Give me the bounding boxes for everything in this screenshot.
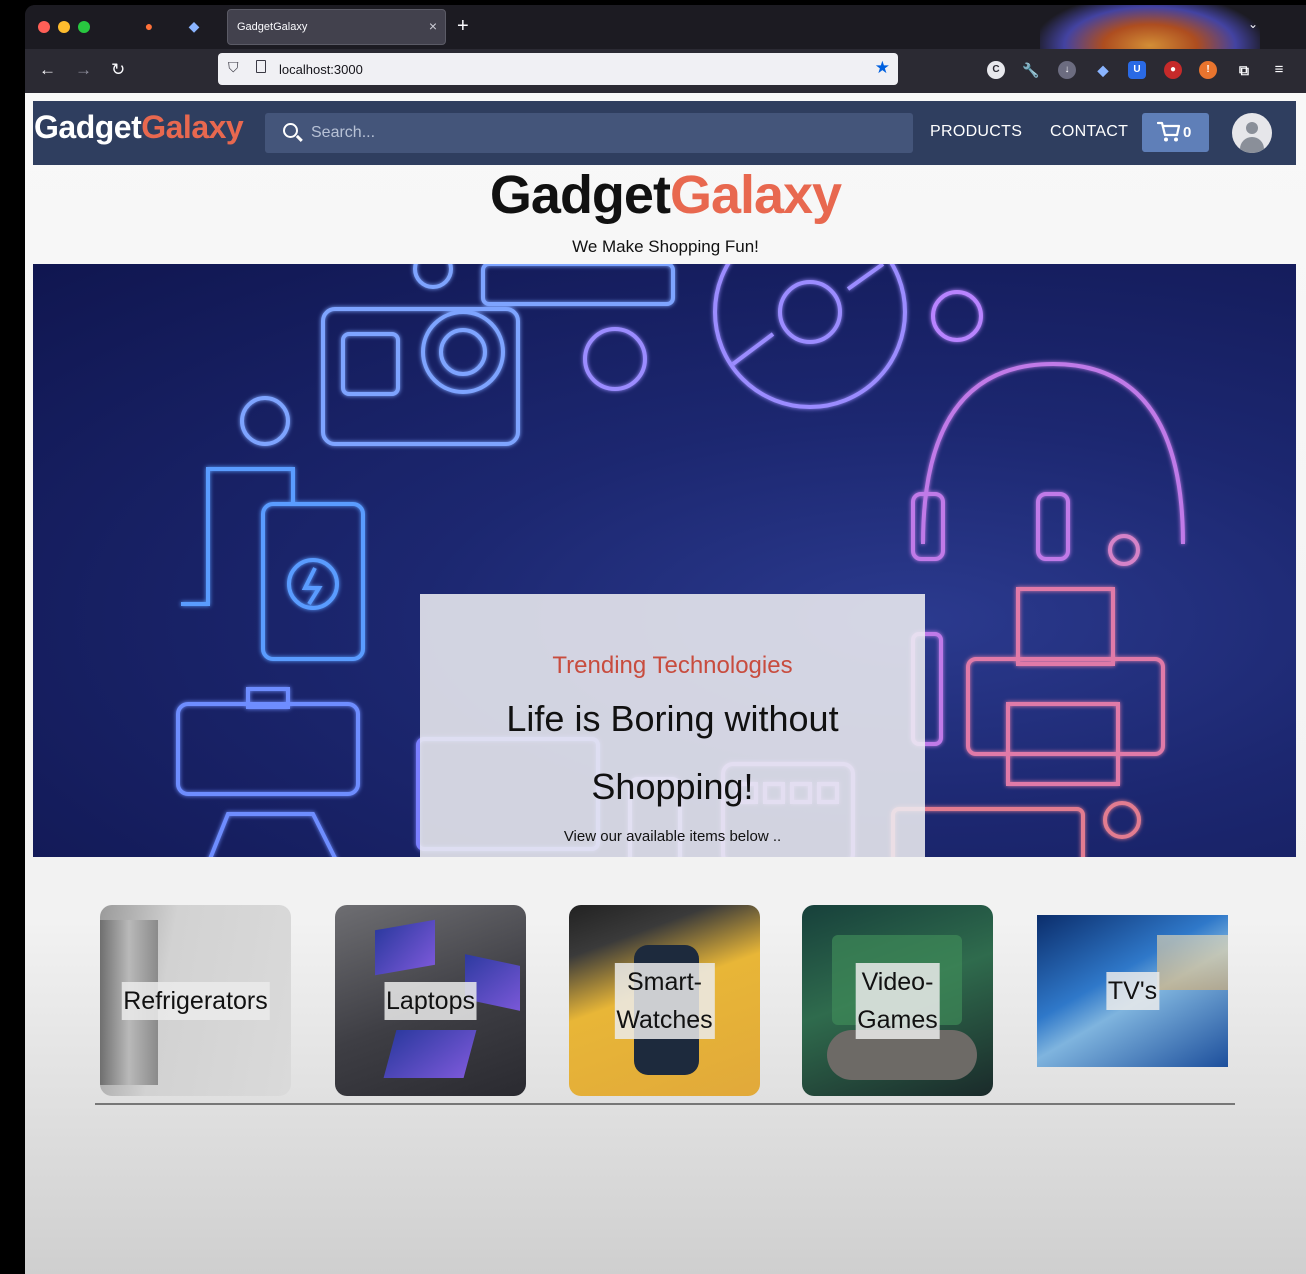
category-card-tvs[interactable]: TV's (1037, 915, 1228, 1067)
category-label-line2: Games (857, 1005, 938, 1034)
web-page: GadgetGalaxy PRODUCTS CONTACT 0 (25, 93, 1306, 1274)
minimize-window-button[interactable] (58, 21, 70, 33)
extension-shield-icon[interactable]: U (1128, 61, 1146, 79)
url-text[interactable]: localhost:3000 (279, 62, 363, 77)
tab-list-chevron-icon[interactable]: ⌄ (1248, 17, 1258, 31)
cart-count: 0 (1183, 124, 1192, 141)
tab-gadgetgalaxy[interactable]: GadgetGalaxy × (227, 9, 446, 45)
extension-red-icon[interactable]: ● (1164, 61, 1182, 79)
search-bar (265, 113, 913, 153)
tv-wave-image (1157, 935, 1228, 990)
hero-title-galaxy: Galaxy (669, 165, 842, 225)
gem-pinned-tab-icon[interactable]: ◆ (185, 17, 203, 35)
wrench-icon[interactable]: 🔧 (1022, 61, 1040, 79)
browser-window: ● ◆ GadgetGalaxy × + ⌄ ← → ↻ ⛉ localhost… (25, 5, 1306, 1274)
brand-logo[interactable]: GadgetGalaxy (34, 109, 244, 146)
new-tab-button[interactable]: + (457, 15, 469, 37)
category-label-line1: Video- (861, 967, 934, 996)
bookmark-star-icon[interactable]: ★ (875, 58, 890, 78)
menu-hamburger-icon[interactable]: ≡ (1270, 61, 1288, 79)
hero-title-gadget: Gadget (489, 165, 671, 225)
promo-kicker: Trending Technologies (552, 652, 793, 679)
shield-icon[interactable]: ⛉ (228, 59, 239, 76)
promo-subtext: View our available items below .. (563, 828, 782, 845)
tab-bar: ● ◆ GadgetGalaxy × + ⌄ (25, 5, 1306, 95)
category-card-smart-watches[interactable]: Smart- Watches (569, 905, 760, 1096)
brand-part-galaxy: Galaxy (141, 109, 244, 145)
promo-headline-line2: Shopping! (591, 766, 754, 807)
laptop-screen-image (383, 1030, 477, 1078)
nav-link-contact[interactable]: CONTACT (1050, 123, 1128, 141)
promo-headline-line1: Life is Boring without (506, 698, 839, 739)
back-icon[interactable]: ← (39, 59, 56, 81)
nav-link-products[interactable]: PRODUCTS (930, 123, 1022, 141)
extension-download-icon[interactable]: ↓ (1058, 61, 1076, 79)
category-label: Refrigerators (121, 981, 270, 1020)
category-list: Refrigerators Laptops Smart- Watches Vide… (25, 905, 1306, 1097)
search-input[interactable] (311, 121, 891, 145)
extension-orange-icon[interactable]: ! (1199, 61, 1217, 79)
hero-tagline: We Make Shopping Fun! (572, 237, 759, 256)
category-label: Laptops (384, 981, 477, 1020)
category-label-line2: Watches (616, 1005, 713, 1034)
browser-toolbar: ← → ↻ ⛉ localhost:3000 ★ C 🔧 ↓ ◆ U ● ! ⧉… (25, 49, 1306, 93)
laptop-screen-image (375, 919, 435, 976)
extension-gem-icon[interactable]: ◆ (1094, 61, 1112, 79)
forward-icon[interactable]: → (75, 59, 92, 81)
close-tab-icon[interactable]: × (429, 18, 437, 34)
search-icon[interactable] (283, 123, 298, 138)
avatar-body (1240, 137, 1264, 153)
category-label: TV's (1105, 972, 1160, 1010)
category-label-line1: Smart- (626, 967, 702, 996)
extension-c-icon[interactable]: C (987, 61, 1005, 79)
cart-icon (1157, 121, 1181, 142)
hero-banner: Trending Technologies Life is Boring wit… (33, 264, 1296, 857)
site-navbar: GadgetGalaxy PRODUCTS CONTACT 0 (33, 101, 1296, 165)
extensions-puzzle-icon[interactable]: ⧉ (1235, 61, 1253, 79)
cart-button[interactable]: 0 (1142, 113, 1209, 152)
category-card-video-games[interactable]: Video- Games (802, 905, 993, 1096)
promo-card: Trending Technologies Life is Boring wit… (420, 594, 925, 857)
brand-part-gadget: Gadget (34, 109, 142, 145)
close-window-button[interactable] (38, 21, 50, 33)
user-avatar-icon[interactable] (1232, 113, 1272, 153)
avatar-head (1246, 122, 1258, 134)
address-bar[interactable]: ⛉ localhost:3000 ★ (218, 53, 898, 85)
reload-icon[interactable]: ↻ (111, 59, 125, 81)
category-label: Smart- Watches (614, 962, 715, 1039)
tab-title: GadgetGalaxy (237, 21, 308, 33)
category-card-laptops[interactable]: Laptops (335, 905, 526, 1096)
category-card-refrigerators[interactable]: Refrigerators (100, 905, 291, 1096)
firefox-pinned-tab-icon[interactable]: ● (140, 17, 158, 35)
section-divider (95, 1103, 1235, 1105)
page-icon (256, 60, 266, 73)
hero-title: GadgetGalaxy (25, 165, 1306, 225)
maximize-window-button[interactable] (78, 21, 90, 33)
category-label: Video- Games (855, 962, 940, 1039)
